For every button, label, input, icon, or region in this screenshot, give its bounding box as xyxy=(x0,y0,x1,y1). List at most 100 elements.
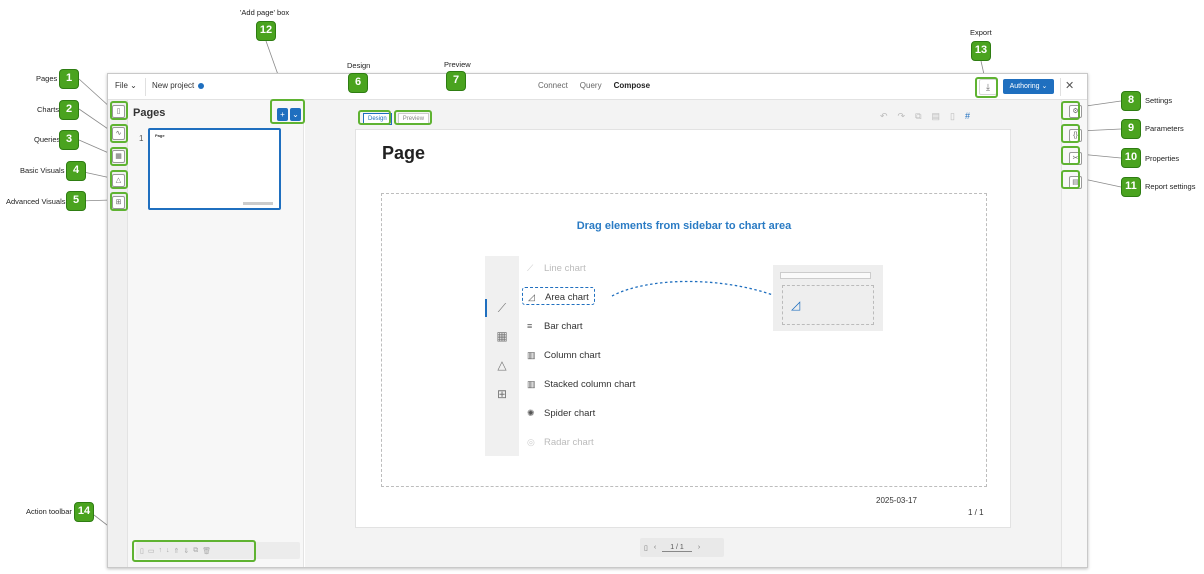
radar-chart-icon: ◎ xyxy=(527,437,535,447)
callout-badge: 5 xyxy=(66,191,86,211)
callout-label: Action toolbar xyxy=(26,507,72,516)
shapes-icon: △ xyxy=(497,358,507,372)
widgets-icon: ⊞ xyxy=(496,387,508,401)
highlight-queries xyxy=(110,147,128,166)
thumbnail-title: Page xyxy=(155,133,165,138)
demo-item-column-chart: ▥ Column chart xyxy=(527,346,601,364)
item-label: Spider chart xyxy=(544,408,596,419)
highlight-parameters xyxy=(1061,124,1080,143)
callout-badge: 9 xyxy=(1121,119,1141,139)
item-label: Radar chart xyxy=(544,437,594,448)
page-title[interactable]: Page xyxy=(382,143,425,164)
nav-query[interactable]: Query xyxy=(580,81,602,90)
report-page: Page Drag elements from sidebar to chart… xyxy=(355,129,1011,528)
callout-badge: 11 xyxy=(1121,177,1141,197)
file-menu[interactable]: File ⌄ xyxy=(115,81,137,90)
format-painter-icon[interactable]: ▯ xyxy=(950,111,955,122)
page-navigator: ▯ ‹ 1 / 1 › xyxy=(640,538,724,557)
callout-badge: 4 xyxy=(66,161,86,181)
drop-hint: Drag elements from sidebar to chart area xyxy=(576,220,792,232)
edit-toolbar: ↶ ↷ ⧉ ▤ ▯ # xyxy=(880,109,1010,123)
highlight-design xyxy=(358,110,391,125)
pages-panel: Pages + ⌄ 1 Page ▯ ▭ ↑ ↓ ⇑ ⇓ ⧉ 🗑 xyxy=(128,100,304,567)
chart-drop-zone[interactable]: Drag elements from sidebar to chart area… xyxy=(381,193,987,487)
area-chart-icon: ◿ xyxy=(528,292,535,302)
callout-label: Pages xyxy=(36,74,58,83)
highlight-basic-visuals xyxy=(110,170,128,189)
page-counter: 1 / 1 xyxy=(968,508,984,517)
divider xyxy=(145,78,146,96)
highlight-preview xyxy=(394,110,432,125)
highlight-settings xyxy=(1061,101,1080,120)
item-label: Line chart xyxy=(544,263,586,274)
column-chart-icon: ▥ xyxy=(527,350,536,360)
page-icon: ▯ xyxy=(644,544,648,552)
callout-label: Preview xyxy=(444,60,471,69)
callout-badge: 10 xyxy=(1121,148,1141,168)
page-input[interactable]: 1 / 1 xyxy=(662,544,692,552)
callout-badge: 7 xyxy=(446,71,466,91)
bar-chart-icon: ≡ xyxy=(527,321,533,331)
authoring-dropdown[interactable]: Authoring ⌄ xyxy=(1003,79,1054,94)
divider xyxy=(1060,78,1061,96)
page-date: 2025-03-17 xyxy=(876,496,917,505)
drag-arrow xyxy=(611,280,789,303)
app-window: File ⌄ New project Connect Query Compose… xyxy=(107,73,1088,568)
demo-item-bar-chart: ≡ Bar chart xyxy=(527,317,583,335)
callout-badge: 3 xyxy=(59,130,79,150)
page-thumbnail[interactable]: Page xyxy=(148,128,281,210)
redo-icon[interactable]: ↷ xyxy=(898,111,906,122)
callout-badge: 2 xyxy=(59,100,79,120)
line-chart-icon: ⟋ xyxy=(527,263,534,273)
highlight-charts xyxy=(110,124,128,143)
thumbnail-footer xyxy=(243,202,273,205)
highlight-pages xyxy=(110,101,128,120)
next-page-icon[interactable]: › xyxy=(698,544,700,551)
line-chart-icon: ⟋ xyxy=(497,301,507,315)
stacked-column-icon: ▥ xyxy=(527,379,536,389)
callout-label: Settings xyxy=(1145,96,1173,105)
demo-item-line-chart: ⟋ Line chart xyxy=(527,259,586,277)
callout-label: 'Add page' box xyxy=(240,8,290,17)
highlight-advanced-visuals xyxy=(110,192,128,211)
highlight-action-toolbar xyxy=(132,540,256,562)
demo-item-area-chart: ◿ Area chart xyxy=(522,287,595,305)
callout-badge: 12 xyxy=(256,21,276,41)
paste-icon[interactable]: ▤ xyxy=(932,111,941,122)
callout-badge: 1 xyxy=(59,69,79,89)
top-bar: File ⌄ New project Connect Query Compose… xyxy=(108,74,1087,100)
area-chart-icon: ◿ xyxy=(791,298,801,312)
highlight-properties xyxy=(1061,146,1080,165)
page-number: 1 xyxy=(139,134,144,143)
callout-badge: 8 xyxy=(1121,91,1141,111)
callout-label: Properties xyxy=(1145,154,1180,163)
callout-label: Export xyxy=(970,28,992,37)
highlight-report-settings xyxy=(1061,170,1080,189)
demo-sidebar: ⟋ ▦ △ ⊞ xyxy=(485,256,519,456)
callout-label: Design xyxy=(347,61,371,70)
callout-label: Basic Visuals xyxy=(20,166,65,175)
callout-label: Charts xyxy=(37,105,60,114)
undo-icon[interactable]: ↶ xyxy=(880,111,888,122)
demo-chart-area: ◿ xyxy=(773,265,883,331)
callout-badge: 6 xyxy=(348,73,368,93)
prev-page-icon[interactable]: ‹ xyxy=(654,544,656,551)
callout-label: Advanced Visuals xyxy=(6,197,66,206)
project-name[interactable]: New project xyxy=(152,81,194,90)
grid-icon[interactable]: # xyxy=(965,111,970,121)
demo-item-stacked-column-chart: ▥ Stacked column chart xyxy=(527,375,635,393)
callout-label: Parameters xyxy=(1145,124,1184,133)
demo-drop-slot: ◿ xyxy=(782,285,874,325)
close-icon[interactable]: ✕ xyxy=(1065,79,1074,92)
nav-connect[interactable]: Connect xyxy=(538,81,568,90)
demo-item-radar-chart: ◎ Radar chart xyxy=(527,433,594,451)
highlight-export xyxy=(975,77,998,98)
copy-icon[interactable]: ⧉ xyxy=(915,111,921,122)
item-label: Stacked column chart xyxy=(544,379,636,390)
spider-chart-icon: ✺ xyxy=(527,408,535,418)
item-label: Bar chart xyxy=(544,321,583,332)
item-label: Column chart xyxy=(544,350,601,361)
nav-compose[interactable]: Compose xyxy=(614,81,650,90)
active-marker xyxy=(485,299,487,317)
callout-badge: 14 xyxy=(74,502,94,522)
